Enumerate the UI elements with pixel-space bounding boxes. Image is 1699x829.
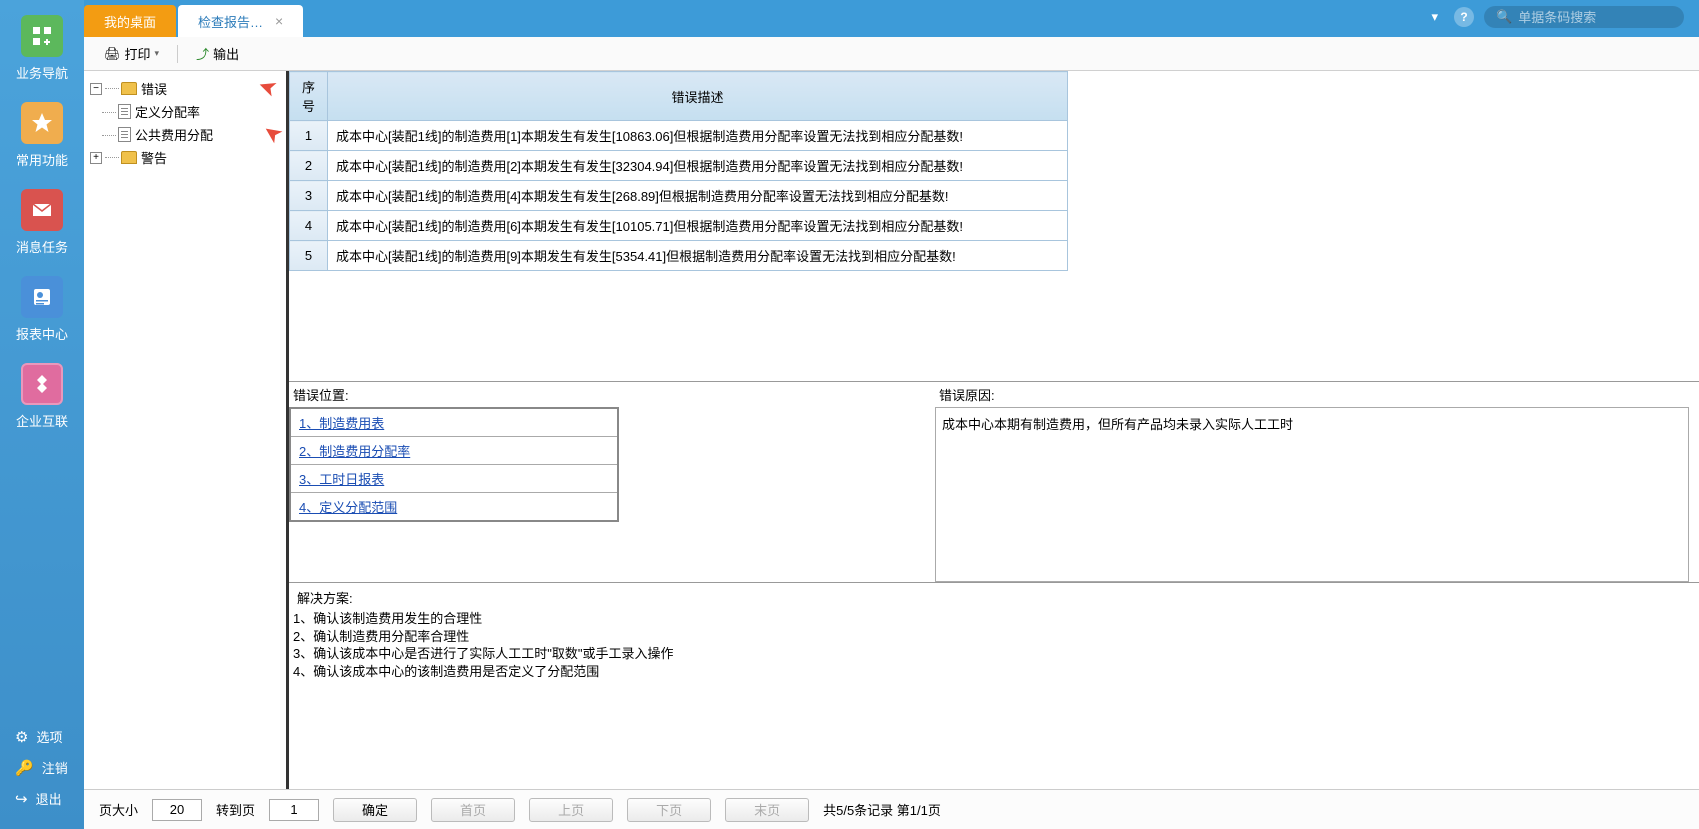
sidebar-item-msg[interactable]: 消息任务 xyxy=(16,189,68,256)
collapse-icon[interactable]: − xyxy=(90,83,102,95)
main-area: 🖨 打印 ▾ ⤴ 输出 − 错误 定义分配率 xyxy=(84,37,1699,829)
location-table: 1、制造费用表 2、制造费用分配率 3、工时日报表 4、定义分配范围 xyxy=(289,407,619,522)
location-link[interactable]: 4、定义分配范围 xyxy=(299,500,397,515)
search-icon: 🔍 xyxy=(1496,9,1512,25)
bottom-exit[interactable]: ↪退出 xyxy=(0,783,84,814)
sidebar-item-enterprise[interactable]: 企业互联 xyxy=(16,363,68,430)
table-row[interactable]: 4成本中心[装配1线]的制造费用[6]本期发生有发生[10105.71]但根据制… xyxy=(290,211,1068,241)
location-link[interactable]: 2、制造费用分配率 xyxy=(299,444,410,459)
solution-lines: 1、确认该制造费用发生的合理性2、确认制造费用分配率合理性3、确认该成本中心是否… xyxy=(293,610,1695,680)
mid-section: 错误位置: 1、制造费用表 2、制造费用分配率 3、工时日报表 4、定义分配范围 错误… xyxy=(289,381,1699,582)
sidebar-item-nav[interactable]: 业务导航 xyxy=(16,15,68,82)
page-size-input[interactable] xyxy=(152,799,202,821)
confirm-button[interactable]: 确定 xyxy=(333,798,417,822)
left-sidebar: 业务导航 常用功能 消息任务 报表中心 企业互联 ⚙选项 🔑注销 ↪退出 xyxy=(0,0,84,829)
tree-panel: − 错误 定义分配率 公共费用分配 + 警告 xyxy=(84,71,289,789)
solution-section: 解决方案: 1、确认该制造费用发生的合理性2、确认制造费用分配率合理性3、确认该… xyxy=(289,582,1699,684)
reason-label: 错误原因: xyxy=(935,382,1699,407)
mail-icon xyxy=(21,189,63,231)
print-button[interactable]: 🖨 打印 ▾ xyxy=(96,41,167,66)
reason-box: 成本中心本期有制造费用，但所有产品均未录入实际人工工时 xyxy=(935,407,1689,582)
bottom-options[interactable]: ⚙选项 xyxy=(0,721,84,752)
tree-node-warn[interactable]: + 警告 xyxy=(90,146,280,169)
sidebar-item-report[interactable]: 报表中心 xyxy=(16,276,68,343)
solution-label: 解决方案: xyxy=(293,585,1695,610)
location-link[interactable]: 1、制造费用表 xyxy=(299,416,384,431)
col-seq: 序号 xyxy=(290,72,328,121)
tree-node-child1[interactable]: 定义分配率 xyxy=(118,100,280,123)
chevron-down-icon: ▾ xyxy=(155,48,160,59)
search-box[interactable]: 🔍 xyxy=(1484,6,1684,28)
nav-icon xyxy=(21,15,63,57)
location-label: 错误位置: xyxy=(289,382,929,407)
next-page-button[interactable]: 下页 xyxy=(627,798,711,822)
error-table-wrap: 序号 错误描述 1成本中心[装配1线]的制造费用[1]本期发生有发生[10863… xyxy=(289,71,1699,381)
report-icon xyxy=(21,276,63,318)
expand-icon[interactable]: + xyxy=(90,152,102,164)
folder-icon xyxy=(121,82,137,95)
table-row[interactable]: 2成本中心[装配1线]的制造费用[2]本期发生有发生[32304.94]但根据制… xyxy=(290,151,1068,181)
export-button[interactable]: ⤴ 输出 xyxy=(188,41,247,66)
document-icon xyxy=(118,104,131,119)
prev-page-button[interactable]: 上页 xyxy=(529,798,613,822)
table-row[interactable]: 1成本中心[装配1线]的制造费用[1]本期发生有发生[10863.06]但根据制… xyxy=(290,121,1068,151)
sidebar-label: 消息任务 xyxy=(16,237,68,256)
tab-report[interactable]: 检查报告…× xyxy=(178,5,303,37)
page-size-label: 页大小 xyxy=(99,800,138,819)
exit-icon: ↪ xyxy=(15,790,28,808)
separator xyxy=(177,45,178,63)
goto-label: 转到页 xyxy=(216,800,255,819)
search-input[interactable] xyxy=(1518,10,1672,25)
help-icon[interactable]: ? xyxy=(1454,7,1474,27)
sidebar-item-fav[interactable]: 常用功能 xyxy=(16,102,68,169)
connect-icon xyxy=(21,363,63,405)
star-icon xyxy=(21,102,63,144)
goto-input[interactable] xyxy=(269,799,319,821)
footer-pager: 页大小 转到页 确定 首页 上页 下页 末页 共5/5条记录 第1/1页 xyxy=(84,789,1699,829)
tree-node-child2[interactable]: 公共费用分配 xyxy=(118,123,280,146)
printer-icon: 🖨 xyxy=(104,46,121,62)
top-tabs: 我的桌面 检查报告…× ▾ ? 🔍 xyxy=(84,0,1699,37)
gear-icon: ⚙ xyxy=(15,728,28,746)
sidebar-label: 常用功能 xyxy=(16,150,68,169)
col-desc: 错误描述 xyxy=(328,72,1068,121)
last-page-button[interactable]: 末页 xyxy=(725,798,809,822)
close-icon[interactable]: × xyxy=(275,13,283,29)
location-link[interactable]: 3、工时日报表 xyxy=(299,472,384,487)
first-page-button[interactable]: 首页 xyxy=(431,798,515,822)
export-icon: ⤴ xyxy=(196,44,209,63)
error-table: 序号 错误描述 1成本中心[装配1线]的制造费用[1]本期发生有发生[10863… xyxy=(289,71,1068,271)
document-icon xyxy=(118,127,131,142)
pager-info: 共5/5条记录 第1/1页 xyxy=(823,800,941,819)
key-icon: 🔑 xyxy=(15,759,34,777)
sidebar-label: 业务导航 xyxy=(16,63,68,82)
sidebar-bottom: ⚙选项 🔑注销 ↪退出 xyxy=(0,721,84,829)
tab-desktop[interactable]: 我的桌面 xyxy=(84,5,176,37)
folder-icon xyxy=(121,151,137,164)
sidebar-label: 报表中心 xyxy=(16,324,68,343)
tree-node-error[interactable]: − 错误 xyxy=(90,77,280,100)
table-row[interactable]: 5成本中心[装配1线]的制造费用[9]本期发生有发生[5354.41]但根据制造… xyxy=(290,241,1068,271)
table-row[interactable]: 3成本中心[装配1线]的制造费用[4]本期发生有发生[268.89]但根据制造费… xyxy=(290,181,1068,211)
right-panel: 序号 错误描述 1成本中心[装配1线]的制造费用[1]本期发生有发生[10863… xyxy=(289,71,1699,789)
toolbar: 🖨 打印 ▾ ⤴ 输出 xyxy=(84,37,1699,71)
sidebar-label: 企业互联 xyxy=(16,411,68,430)
bottom-logout[interactable]: 🔑注销 xyxy=(0,752,84,783)
chevron-down-icon[interactable]: ▾ xyxy=(1431,9,1438,25)
